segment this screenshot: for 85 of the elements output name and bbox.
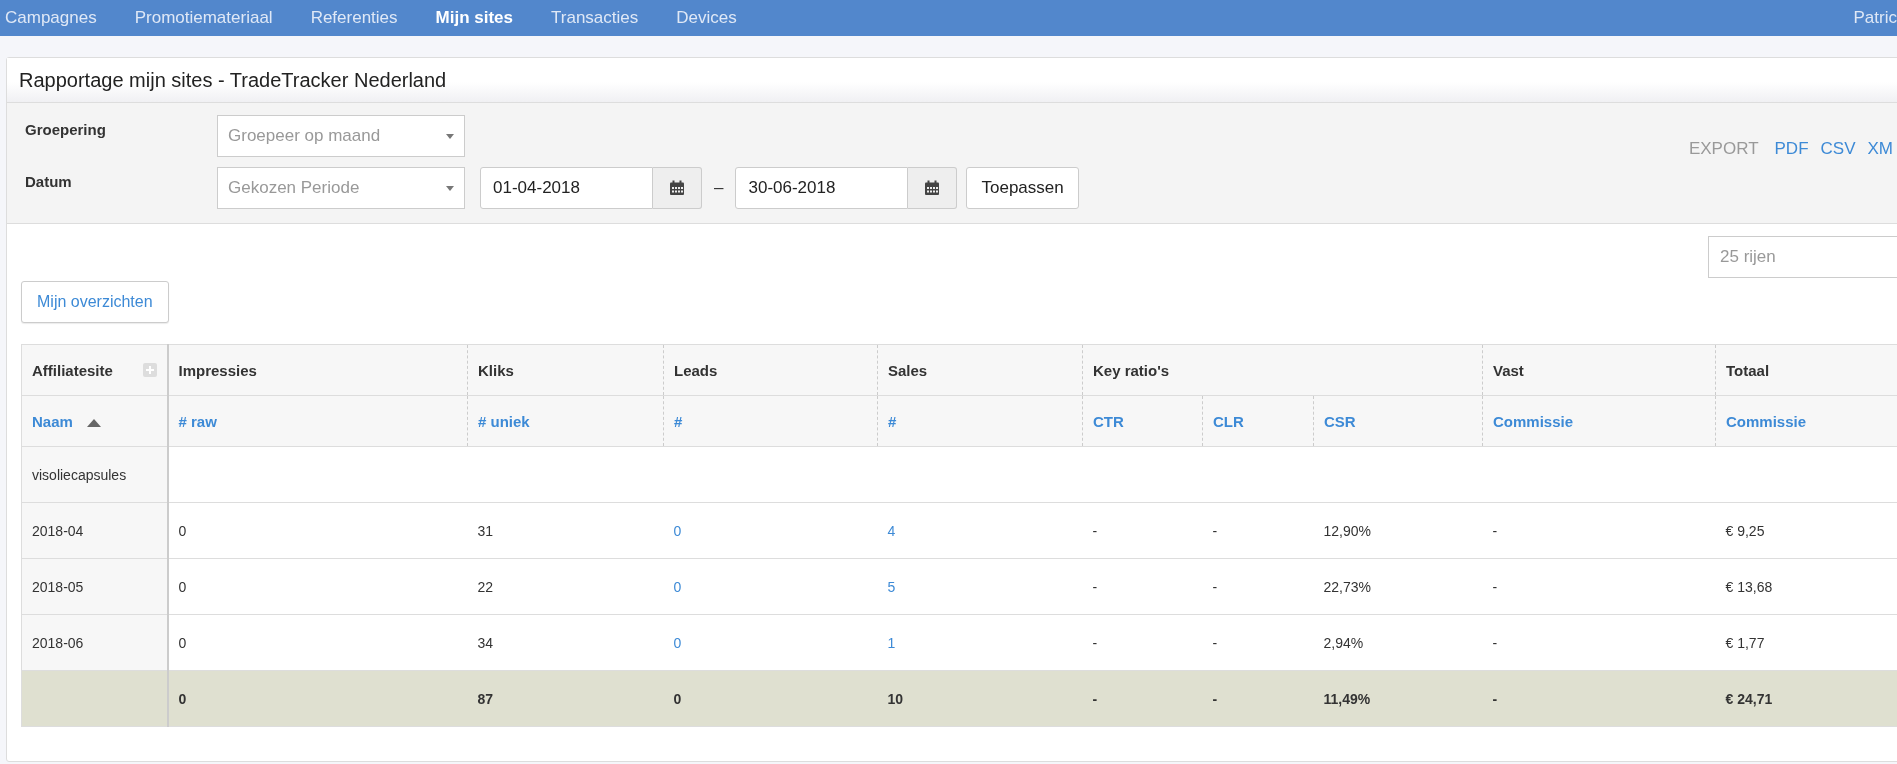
table-cell: 2018-06 [21,614,168,671]
table-cell: - [1082,614,1203,671]
table-cell: 22,73% [1313,558,1483,615]
period-select[interactable]: Gekozen Periode [217,167,465,209]
table-cell: - [1082,502,1203,559]
table-cell: 0 [167,614,468,671]
table-cell: 0 [167,558,468,615]
table-cell: 31 [467,502,664,559]
cell-link[interactable]: 4 [887,522,896,539]
column-group-header: Vast [1493,361,1524,379]
grouping-select[interactable]: Groepeer op maand [217,115,465,157]
field-label: Groepering [25,120,107,138]
column-group-header: Affiliatesite [32,361,113,379]
table-cell: - [1482,614,1716,671]
column-header[interactable]: Naam [32,412,73,430]
table-cell: - [1202,614,1314,671]
column-group-header: Kliks [478,361,514,379]
cell-link[interactable]: 0 [673,578,682,595]
total-cell: - [1202,670,1314,727]
total-cell: 0 [167,670,468,727]
table-cell: - [1482,502,1716,559]
nav-link[interactable]: Mijn sites [435,8,514,28]
table-cell: 34 [467,614,664,671]
nav-link[interactable]: Promotiemateriaal [134,8,273,28]
export-link[interactable]: CSV [1820,139,1856,159]
export-link[interactable]: PDF [1774,139,1809,159]
calendar-icon [669,180,685,196]
total-cell: - [1482,670,1716,727]
sort-ascending-icon[interactable] [86,418,101,427]
column-header[interactable]: # uniek [478,412,530,430]
column-group-header: Leads [674,361,718,379]
table-cell: - [1202,502,1314,559]
table-cell: € 1,77 [1715,614,1897,671]
table-cell: 2018-05 [21,558,168,615]
cell-link[interactable]: 0 [673,522,682,539]
table-cell: 22 [467,558,664,615]
nav-link[interactable]: Referenties [310,8,398,28]
export-label: EXPORT [1688,139,1759,159]
date-field[interactable]: 30-06-2018 [735,167,909,209]
user-name[interactable]: Patric [1853,8,1897,28]
column-header[interactable]: CSR [1324,412,1356,430]
field-label: Datum [25,172,73,190]
export-link[interactable]: XM [1867,139,1893,159]
total-cell: 11,49% [1313,670,1483,727]
calendar-button[interactable] [908,167,958,209]
table-cell: € 13,68 [1715,558,1897,615]
cell-link[interactable]: 1 [887,634,896,651]
calendar-icon [924,180,941,196]
site-name: visoliecapsules [21,446,168,503]
cell-link[interactable]: 0 [673,634,682,651]
range-separator: – [714,178,724,198]
table-cell: 12,90% [1313,502,1483,559]
column-header[interactable]: CLR [1213,412,1244,430]
column-group-header: Impressies [178,361,257,379]
column-group-header: Totaal [1726,361,1770,379]
column-header[interactable]: # [888,412,897,430]
table-cell: 2,94% [1313,614,1483,671]
date-field[interactable]: 01-04-2018 [480,167,653,209]
total-cell: 0 [663,670,878,727]
total-cell: € 24,71 [1715,670,1897,727]
column-header[interactable]: CTR [1093,412,1124,430]
column-header[interactable]: Commissie [1726,412,1807,430]
total-cell: 87 [467,670,664,727]
nav-link[interactable]: Devices [676,8,737,28]
panel-title: Rapportage mijn sites - TradeTracker Nederland [19,68,447,92]
rows-select[interactable]: 25 rijen [1708,236,1897,278]
table-cell: € 9,25 [1715,502,1897,559]
calendar-button[interactable] [653,167,702,209]
column-header[interactable]: # [674,412,683,430]
column-group-header: Key ratio's [1093,361,1170,379]
table-cell: - [1202,558,1314,615]
overview-button[interactable]: Mijn overzichten [21,281,169,323]
nav-link[interactable]: Transacties [551,8,639,28]
cell-link[interactable]: 5 [887,578,896,595]
nav-link[interactable]: Campagnes [5,8,97,28]
total-cell: 10 [877,670,1083,727]
apply-button[interactable]: Toepassen [966,167,1079,209]
column-group-header: Sales [888,361,928,379]
table-cell: 0 [167,502,468,559]
table-cell: 2018-04 [21,502,168,559]
column-header[interactable]: # raw [178,412,217,430]
table-cell: - [1082,558,1203,615]
table-cell: - [1482,558,1716,615]
total-cell: - [1082,670,1203,727]
column-header[interactable]: Commissie [1493,412,1574,430]
